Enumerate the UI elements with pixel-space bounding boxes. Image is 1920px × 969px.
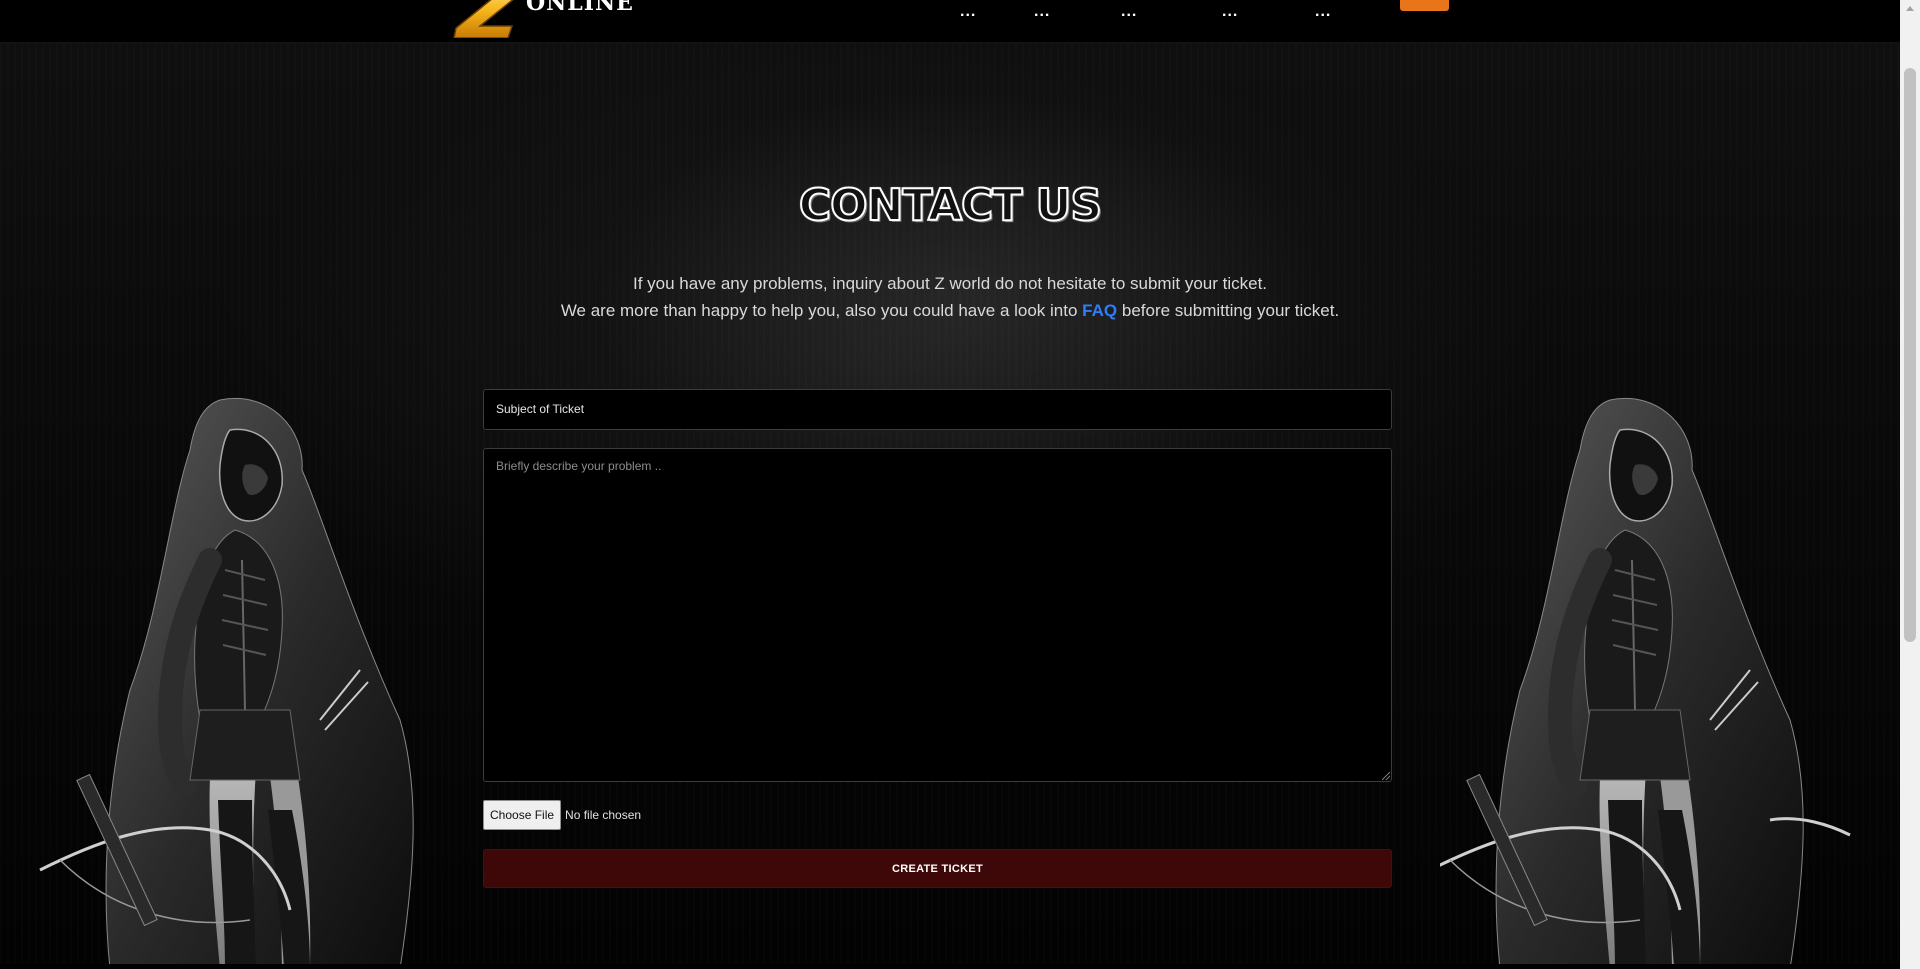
nav-cta-button[interactable]: [1400, 0, 1449, 11]
nav-item-3[interactable]: ...: [1121, 2, 1137, 22]
subject-field[interactable]: [483, 389, 1392, 430]
nav-item-2[interactable]: ...: [1034, 2, 1050, 22]
character-illustration-left: [39, 398, 414, 969]
problem-textarea[interactable]: [496, 459, 1379, 771]
file-status: No file chosen: [565, 808, 642, 822]
logo-z-icon: [453, 0, 514, 38]
logo-text: ONLINE: [526, 0, 634, 16]
intro-line-2-end: before submitting your ticket.: [1121, 301, 1340, 320]
faq-link[interactable]: FAQ: [1082, 301, 1117, 320]
scrollbar[interactable]: [1900, 0, 1920, 969]
nav-item-1[interactable]: ...: [960, 2, 976, 22]
site-header: ONLINE ... ... ... ... ...: [0, 0, 1900, 43]
problem-field[interactable]: [483, 448, 1392, 782]
nav-item-5[interactable]: ...: [1315, 2, 1331, 22]
choose-file-button[interactable]: Choose File: [483, 800, 562, 830]
resize-handle-icon[interactable]: [1382, 772, 1390, 780]
page-title: CONTACT US: [0, 179, 1900, 232]
page-title-text: CONTACT US: [798, 179, 1103, 232]
bottom-divider: [0, 964, 1900, 969]
site-logo[interactable]: ONLINE: [450, 0, 640, 40]
nav-item-4[interactable]: ...: [1222, 2, 1238, 22]
intro-line-1: If you have any problems, inquiry about …: [632, 274, 1268, 293]
character-illustration-right: [1440, 398, 1851, 969]
create-ticket-button[interactable]: CREATE TICKET: [483, 849, 1392, 888]
file-upload: Choose File No file chosen: [483, 800, 641, 830]
scroll-up-arrow-icon[interactable]: [1906, 6, 1914, 11]
intro-text: If you have any problems, inquiry about …: [0, 270, 1900, 324]
intro-line-2: We are more than happy to help you, also…: [0, 297, 1900, 324]
scrollbar-thumb[interactable]: [1904, 68, 1916, 642]
subject-input[interactable]: [496, 402, 1379, 416]
page: ONLINE ... ... ... ... ... CONTACT US If…: [0, 0, 1920, 969]
intro-line-2-start: We are more than happy to help you, also…: [560, 301, 1078, 320]
